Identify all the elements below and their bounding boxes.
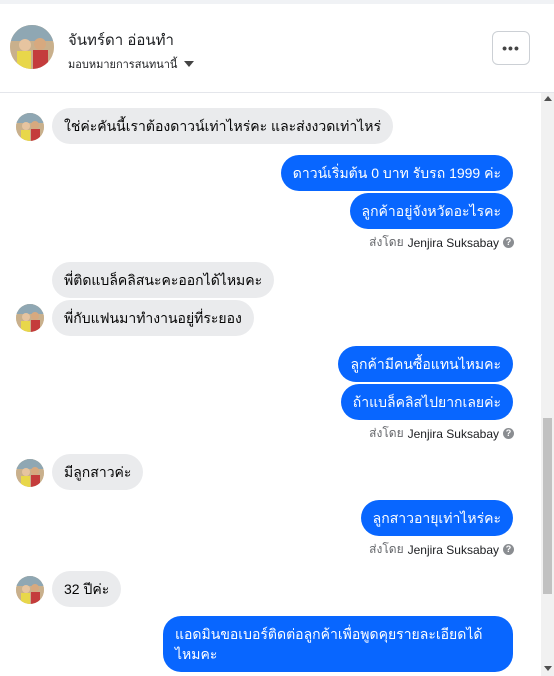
chat-scrollbar[interactable] — [541, 93, 554, 676]
scrollbar-thumb[interactable] — [543, 418, 552, 594]
contact-avatar-small — [16, 113, 44, 141]
sender-name: Jenjira Suksabay — [407, 542, 499, 557]
avatar-photo-icon — [16, 304, 44, 332]
scroll-down-arrow-icon[interactable] — [544, 666, 552, 671]
more-options-button[interactable]: ••• — [492, 31, 530, 65]
sent-by-line: ส่งโดย Jenjira Suksabay ? — [369, 233, 514, 252]
message-bubble-outgoing: ดาวน์เริ่มต้น 0 บาท รับรถ 1999 ค่ะ — [280, 155, 513, 191]
message-bubble-outgoing: ลูกค้าอยู่จังหวัดอะไรคะ — [349, 193, 513, 229]
assign-conversation-dropdown[interactable]: มอบหมายการสนทนานี้ — [68, 55, 195, 73]
message-bubble-incoming: พี่ติดแบล็คลิสนะคะออกได้ไหมคะ — [52, 262, 275, 298]
contact-avatar-small — [16, 576, 44, 604]
message-bubble-outgoing: ลูกค้ามีคนซื้อแทนไหมคะ — [338, 346, 513, 382]
sender-name: Jenjira Suksabay — [407, 235, 499, 250]
contact-name: จันทร์ดา อ่อนทำ — [68, 32, 174, 49]
avatar-photo-icon — [16, 113, 44, 141]
help-icon[interactable]: ? — [503, 544, 514, 555]
message-bubble-incoming: ใช่ค่ะคันนี้เราต้องดาวน์เท่าไหร่คะ และส่… — [52, 108, 394, 144]
message-bubble-outgoing: แอดมินขอเบอร์ติดต่อลูกค้าเพื่อพูดคุยรายล… — [163, 616, 513, 672]
help-icon[interactable]: ? — [503, 237, 514, 248]
message-bubble-incoming: 32 ปีค่ะ — [52, 571, 122, 607]
message-thread: ใช่ค่ะคันนี้เราต้องดาวน์เท่าไหร่คะ และส่… — [0, 93, 541, 676]
sent-by-prefix: ส่งโดย — [369, 235, 404, 249]
caret-down-icon — [184, 61, 195, 67]
sent-by-prefix: ส่งโดย — [369, 542, 404, 556]
message-bubble-outgoing: ลูกสาวอายุเท่าไหร่คะ — [360, 500, 513, 536]
avatar-photo-icon — [10, 25, 54, 69]
sender-name: Jenjira Suksabay — [407, 426, 499, 441]
scroll-up-arrow-icon[interactable] — [544, 96, 552, 101]
avatar-photo-icon — [16, 459, 44, 487]
contact-avatar-small — [16, 459, 44, 487]
sent-by-prefix: ส่งโดย — [369, 426, 404, 440]
avatar-photo-icon — [16, 576, 44, 604]
conversation-header: จันทร์ดา อ่อนทำ มอบหมายการสนทนานี้ ••• — [0, 4, 554, 93]
message-bubble-outgoing: ถ้าแบล็คลิสไปยากเลยค่ะ — [340, 384, 513, 420]
assign-label: มอบหมายการสนทนานี้ — [68, 59, 178, 71]
contact-avatar-small — [16, 304, 44, 332]
sent-by-line: ส่งโดย Jenjira Suksabay ? — [369, 540, 514, 559]
contact-avatar[interactable] — [10, 25, 54, 69]
sent-by-line: ส่งโดย Jenjira Suksabay ? — [369, 424, 514, 443]
help-icon[interactable]: ? — [503, 428, 514, 439]
message-bubble-incoming: มีลูกสาวค่ะ — [52, 454, 144, 490]
message-bubble-incoming: พี่กับแฟนมาทำงานอยู่ที่ระยอง — [52, 300, 254, 336]
